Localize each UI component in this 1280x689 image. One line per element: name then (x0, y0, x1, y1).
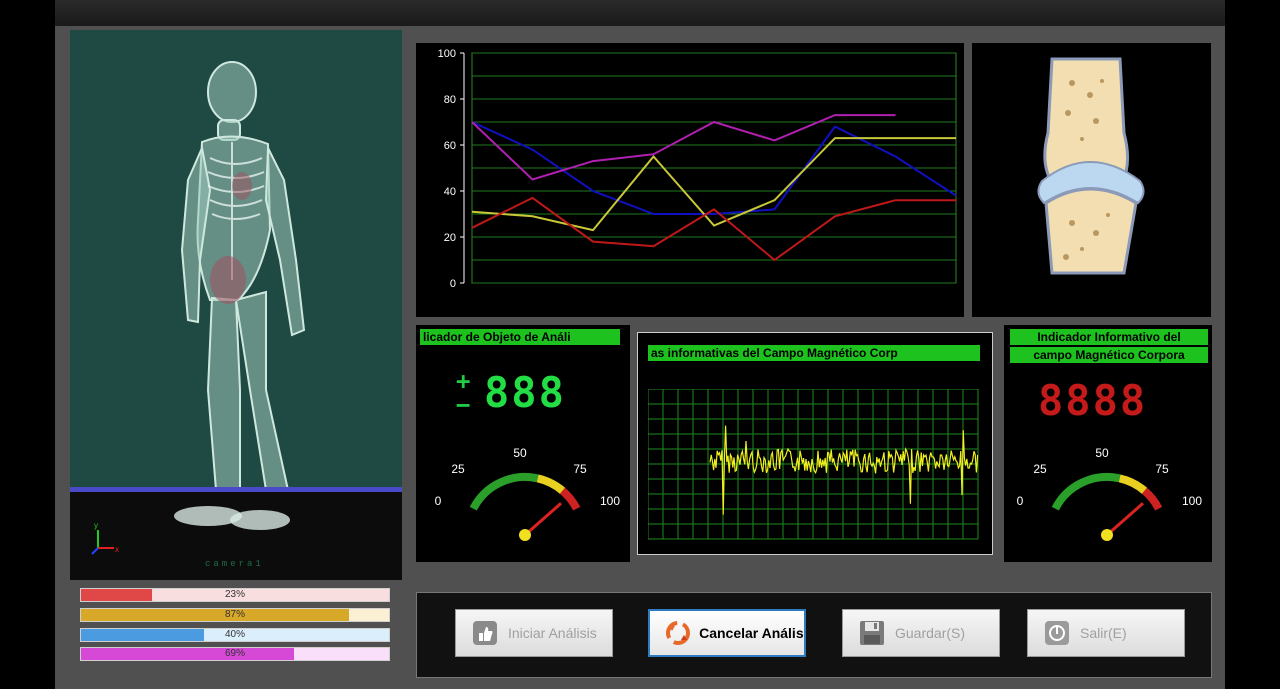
line-chart-panel: 100 80 60 40 20 0 (416, 43, 964, 317)
cancel-refresh-icon (664, 618, 691, 648)
y-tick-label: 0 (450, 278, 456, 290)
progress-label: 87% (224, 609, 245, 620)
magnetic-digit-display: 8888 (1038, 376, 1148, 425)
object-indicator-title: licador de Objeto de Análi (420, 329, 620, 345)
action-button-bar: Iniciar Análisis Cancelar Análisis Guard… (416, 592, 1212, 678)
progress-bar: 23% (80, 588, 390, 602)
thumbs-up-icon (470, 618, 500, 648)
object-digit-display: 888 (484, 368, 566, 417)
skeleton-figure (180, 61, 306, 491)
wave-title: as informativas del Campo Magnético Corp (648, 345, 980, 361)
joint-image-panel (972, 43, 1211, 317)
y-tick-label: 80 (444, 94, 456, 106)
sign-plus: + (456, 367, 473, 395)
gauge-tick-label: 0 (1017, 494, 1024, 508)
body-3d-view[interactable] (70, 30, 402, 492)
gauge-tick-label: 100 (1182, 494, 1202, 508)
gauge-tick-label: 0 (435, 494, 442, 508)
gauge-hub (519, 529, 531, 541)
gauge-needle (1106, 502, 1144, 537)
y-tick-label: 100 (438, 48, 456, 60)
gauge-band (1141, 487, 1163, 511)
y-tick-label: 60 (444, 140, 456, 152)
gauge-tick-label: 50 (513, 446, 527, 460)
joint-illustration (1037, 57, 1145, 275)
gauge-tick-label: 75 (1155, 462, 1169, 476)
magnetic-title-line1: Indicador Informativo del (1010, 329, 1208, 345)
sign-minus: − (456, 391, 473, 419)
save-label: Guardar(S) (895, 625, 966, 641)
cancel-analysis-label: Cancelar Análisis (699, 625, 804, 641)
series-line (471, 114, 896, 181)
gauge-band (1051, 473, 1121, 511)
gauge-tick-label: 75 (573, 462, 587, 476)
gauge-hub (1101, 529, 1113, 541)
magnetic-title-line2: campo Magnético Corpora (1010, 347, 1208, 363)
gauge-tick-label: 100 (600, 494, 620, 508)
progress-bar: 87% (80, 608, 390, 622)
start-analysis-label: Iniciar Análisis (508, 625, 597, 641)
axis-y-label: y (94, 522, 98, 530)
progress-label: 23% (224, 589, 245, 600)
camera-label: camera1 (205, 559, 264, 569)
top-title-bar (55, 0, 1225, 26)
gauge-band (559, 487, 581, 511)
progress-bar: 40% (80, 628, 390, 642)
y-tick-label: 20 (444, 232, 456, 244)
save-button[interactable]: Guardar(S) (842, 609, 1000, 657)
start-analysis-button[interactable]: Iniciar Análisis (455, 609, 613, 657)
gauge-tick-label: 25 (451, 462, 465, 476)
magnetic-wave-panel: as informativas del Campo Magnético Corp (637, 332, 993, 555)
magnetic-gauge: 0 25 50 75 100 (1017, 446, 1202, 541)
wave-oscilloscope (648, 389, 979, 540)
gauge-band (1118, 474, 1148, 494)
feet-graphic (174, 506, 290, 530)
progress-label: 69% (224, 648, 245, 659)
magnetic-indicator-panel: Indicador Informativo del campo Magnétic… (1004, 325, 1212, 562)
axis-gizmo-icon: y x (91, 522, 119, 555)
series-line (471, 196, 956, 262)
exit-label: Salir(E) (1080, 625, 1127, 641)
object-indicator-panel: licador de Objeto de Análi + − 888 0 25 50… (416, 325, 630, 562)
body-model-panel: y x camera1 (70, 30, 402, 580)
gauge-tick-label: 25 (1033, 462, 1047, 476)
cancel-analysis-button[interactable]: Cancelar Análisis (648, 609, 806, 657)
gauge-band (536, 474, 566, 494)
series-line (471, 137, 956, 232)
progress-label: 40% (224, 629, 245, 640)
line-chart: 100 80 60 40 20 0 (438, 48, 957, 290)
floppy-disk-icon (857, 618, 887, 648)
object-gauge: 0 25 50 75 100 (435, 446, 620, 541)
progress-bar: 69% (80, 647, 390, 661)
exit-button[interactable]: Salir(E) (1027, 609, 1185, 657)
gauge-tick-label: 50 (1095, 446, 1109, 460)
gauge-band (469, 473, 539, 511)
y-tick-label: 40 (444, 186, 456, 198)
gauge-needle (524, 502, 562, 537)
waveform-trace (709, 425, 979, 515)
power-icon (1042, 618, 1072, 648)
axis-x-label: x (115, 545, 119, 554)
